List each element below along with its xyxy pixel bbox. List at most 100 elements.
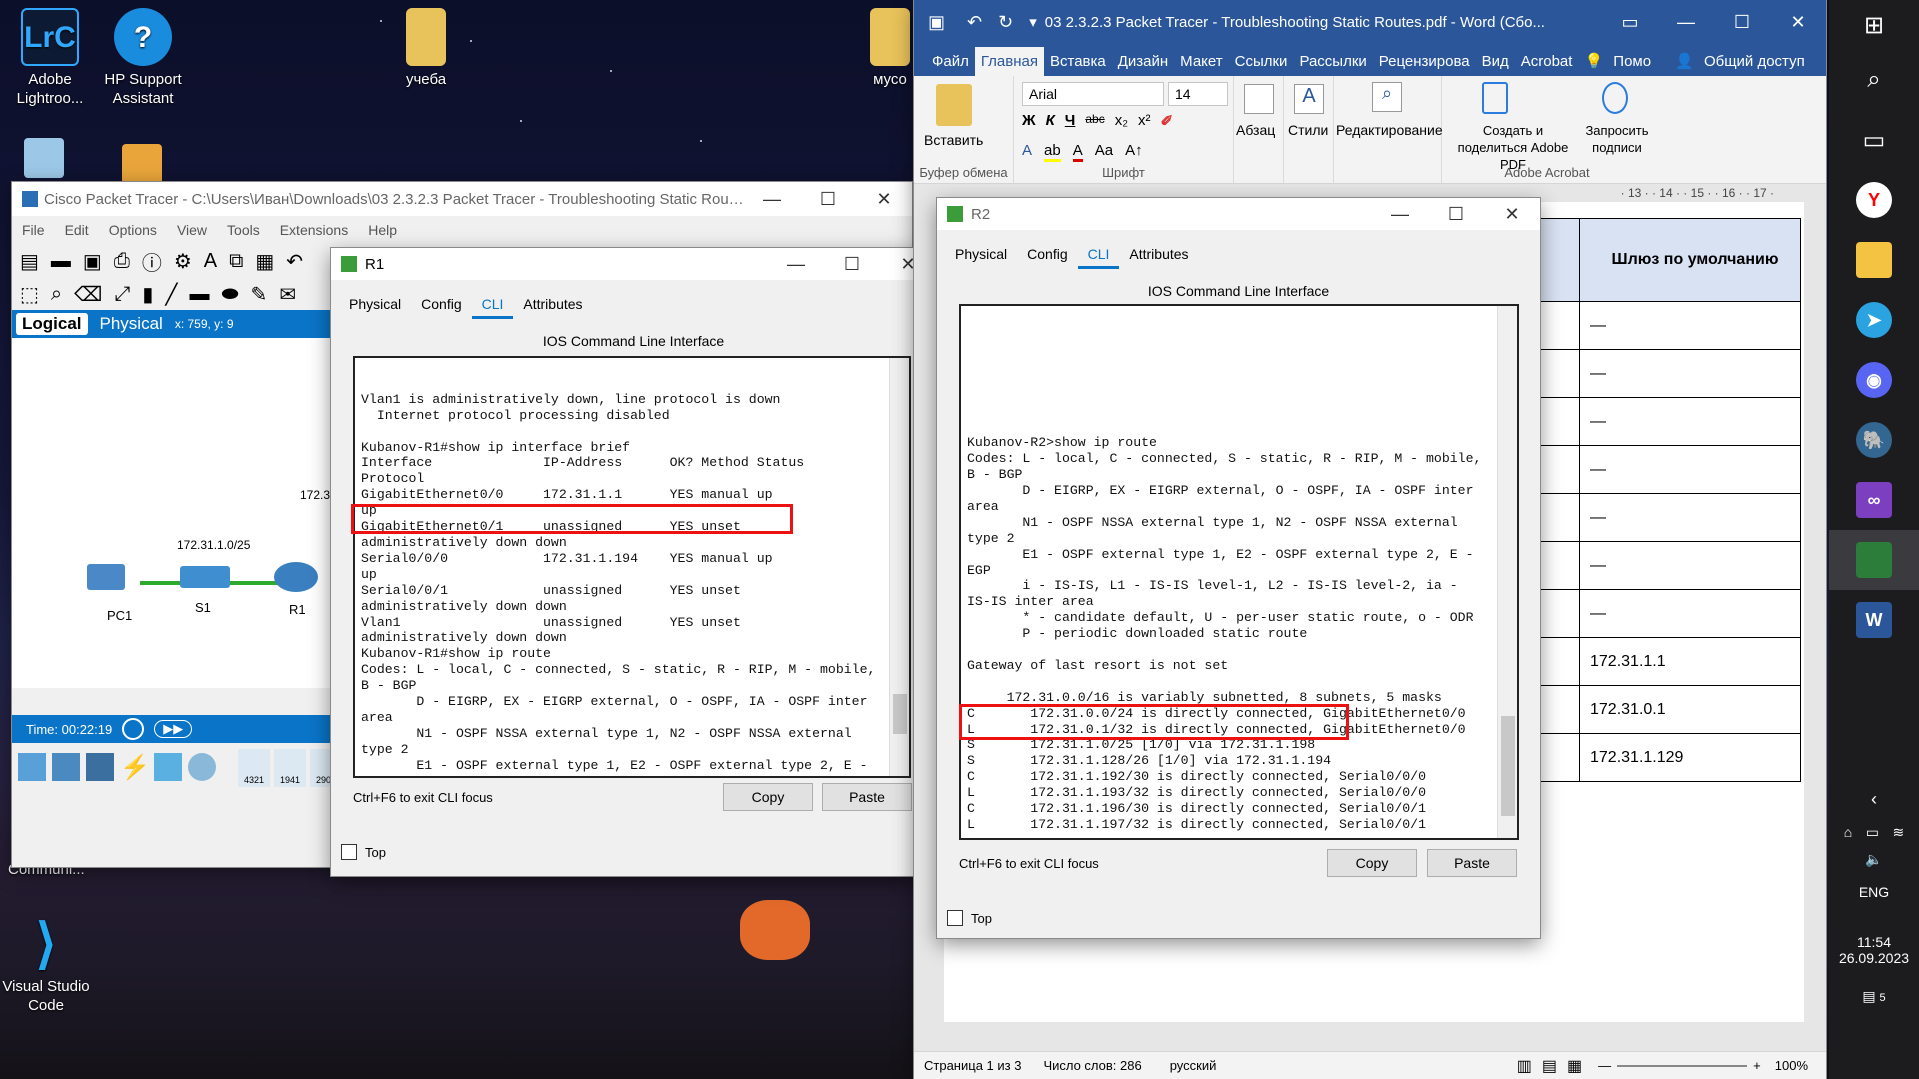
taskbar-explorer[interactable] bbox=[1829, 230, 1919, 290]
zoom-in-button[interactable]: + bbox=[1753, 1058, 1775, 1073]
clock-date[interactable]: 26.09.2023 bbox=[1829, 950, 1919, 966]
tab-file[interactable]: Файл bbox=[914, 47, 975, 76]
close-button[interactable]: ✕ bbox=[1484, 197, 1540, 231]
start-button[interactable]: ⊞ bbox=[1829, 0, 1919, 50]
desktop-icon-lightroom[interactable]: LrC Adobe Lightroo... bbox=[0, 8, 100, 108]
desktop-icon-hp-support[interactable]: ? HP Support Assistant bbox=[93, 8, 193, 108]
tab-references[interactable]: Ссылки bbox=[1229, 47, 1294, 76]
strikethrough-icon[interactable]: abc bbox=[1085, 112, 1104, 130]
maximize-button[interactable]: ☐ bbox=[824, 247, 880, 281]
paste-button[interactable]: Paste bbox=[1427, 849, 1517, 877]
read-mode-icon[interactable]: ▥ bbox=[1517, 1056, 1542, 1076]
subscript-icon[interactable]: x₂ bbox=[1115, 112, 1128, 130]
minimize-button[interactable]: — bbox=[1372, 197, 1428, 231]
info-icon[interactable]: ⓘ bbox=[142, 247, 162, 276]
text-effects-icon[interactable]: A bbox=[1022, 142, 1032, 162]
undo-icon[interactable]: ↶ bbox=[959, 12, 990, 33]
copy-button[interactable]: Copy bbox=[723, 783, 813, 811]
clock-time[interactable]: 11:54 bbox=[1829, 934, 1919, 950]
tab-view[interactable]: Вид bbox=[1476, 47, 1515, 76]
font-color-icon[interactable]: A bbox=[1072, 142, 1083, 162]
request-signature-icon[interactable] bbox=[1602, 82, 1628, 114]
draw-line-icon[interactable]: ╱ bbox=[165, 282, 177, 307]
wan-emulation-category-icon[interactable] bbox=[188, 753, 216, 781]
rectangle-icon[interactable]: ▬ bbox=[189, 283, 209, 306]
maximize-button[interactable]: ☐ bbox=[1714, 5, 1770, 39]
undo-icon[interactable]: ↶ bbox=[286, 249, 303, 274]
network-icon[interactable]: ⌂ bbox=[1844, 824, 1852, 841]
activity-wizard-icon[interactable]: A bbox=[204, 250, 217, 273]
notification-center-button[interactable]: ▤ 5 bbox=[1829, 988, 1919, 1005]
select-icon[interactable]: ⬚ bbox=[20, 282, 39, 307]
freeform-icon[interactable]: ✎ bbox=[251, 282, 268, 307]
font-size-select[interactable]: 14 bbox=[1168, 82, 1228, 106]
taskbar-word[interactable]: W bbox=[1829, 590, 1919, 650]
request-signature-button[interactable]: Запросить подписи bbox=[1582, 122, 1652, 156]
r2-cli-scrollbar[interactable] bbox=[1497, 306, 1517, 838]
menu-view[interactable]: View bbox=[167, 222, 217, 238]
menu-tools[interactable]: Tools bbox=[217, 222, 270, 238]
desktop-icon-folder-muso[interactable]: мусо bbox=[860, 8, 920, 89]
maximize-button[interactable]: ☐ bbox=[800, 182, 856, 216]
font-name-select[interactable]: Arial bbox=[1022, 82, 1164, 106]
menu-help[interactable]: Help bbox=[358, 222, 407, 238]
tab-insert[interactable]: Вставка bbox=[1044, 47, 1112, 76]
taskbar-telegram[interactable]: ➤ bbox=[1829, 290, 1919, 350]
tab-config[interactable]: Config bbox=[411, 292, 471, 319]
share-button[interactable]: 👤 Общий доступ bbox=[1669, 46, 1817, 76]
routers-category-icon[interactable] bbox=[18, 753, 46, 781]
s1-switch[interactable] bbox=[180, 566, 230, 588]
maximize-button[interactable]: ☐ bbox=[1428, 197, 1484, 231]
search-button[interactable]: ⌕ bbox=[1829, 50, 1919, 110]
zoom-out-button[interactable]: — bbox=[1598, 1058, 1617, 1073]
taskbar-visual-studio[interactable]: ∞ bbox=[1829, 470, 1919, 530]
logical-mode-tab[interactable]: Logical bbox=[16, 313, 88, 335]
redo-icon[interactable]: ↻ bbox=[990, 12, 1021, 33]
tab-cli[interactable]: CLI bbox=[471, 292, 514, 319]
fast-forward-button[interactable]: ▶▶ bbox=[154, 720, 193, 738]
tab-attributes[interactable]: Attributes bbox=[1119, 242, 1198, 269]
end-devices-category-icon[interactable] bbox=[154, 753, 182, 781]
r1-cli-scrollbar[interactable] bbox=[889, 358, 909, 776]
paste-icon[interactable] bbox=[936, 84, 972, 126]
zoom-slider[interactable] bbox=[1617, 1064, 1748, 1067]
tab-acrobat[interactable]: Acrobat bbox=[1515, 47, 1579, 76]
top-checkbox[interactable] bbox=[947, 910, 963, 926]
tab-config[interactable]: Config bbox=[1017, 242, 1077, 269]
styles-group[interactable]: A Стили bbox=[1284, 76, 1334, 184]
taskbar-postgres[interactable]: 🐘 bbox=[1829, 410, 1919, 470]
tab-layout[interactable]: Макет bbox=[1174, 47, 1228, 76]
create-pdf-icon[interactable] bbox=[1482, 82, 1508, 114]
scroll-thumb[interactable] bbox=[1501, 716, 1515, 816]
desktop-icon-folder-ucheba[interactable]: учеба bbox=[376, 8, 476, 89]
status-page[interactable]: Страница 1 из 3 bbox=[914, 1058, 1021, 1073]
tab-physical[interactable]: Physical bbox=[945, 242, 1017, 269]
copy-button[interactable]: Copy bbox=[1327, 849, 1417, 877]
search-icon[interactable]: ⌕ bbox=[51, 283, 62, 306]
quick-access-dropdown-icon[interactable]: ▾ bbox=[1021, 13, 1045, 31]
volume-icon[interactable]: 🔈 bbox=[1829, 851, 1919, 868]
menu-file[interactable]: File bbox=[12, 222, 55, 238]
battery-icon[interactable]: ▭ bbox=[1866, 824, 1879, 841]
tab-design[interactable]: Дизайн bbox=[1112, 47, 1174, 76]
taskbar-packet-tracer[interactable] bbox=[1829, 530, 1919, 590]
topology-canvas[interactable]: PC1 172.31.1.0/25 S1 R1 172.31 bbox=[12, 338, 337, 688]
switches-category-icon[interactable] bbox=[52, 753, 80, 781]
minimize-button[interactable]: — bbox=[768, 247, 824, 281]
r1-router[interactable] bbox=[274, 562, 318, 592]
tab-review[interactable]: Рецензирова bbox=[1373, 47, 1476, 76]
hubs-category-icon[interactable] bbox=[86, 753, 114, 781]
pc1-device[interactable] bbox=[87, 564, 125, 590]
taskbar-discord[interactable]: ◉ bbox=[1829, 350, 1919, 410]
paste-icon[interactable]: ▦ bbox=[255, 249, 274, 274]
grow-font-icon[interactable]: A↑ bbox=[1125, 142, 1143, 162]
tab-help[interactable]: 💡 Помо bbox=[1578, 46, 1663, 76]
bold-icon[interactable]: Ж bbox=[1022, 112, 1036, 130]
tab-mailings[interactable]: Рассылки bbox=[1293, 47, 1372, 76]
menu-edit[interactable]: Edit bbox=[55, 222, 99, 238]
tab-physical[interactable]: Physical bbox=[339, 292, 411, 319]
desktop-icon-vscode[interactable]: ⟩ Visual Studio Code bbox=[0, 915, 96, 1015]
menu-extensions[interactable]: Extensions bbox=[270, 222, 358, 238]
save-icon[interactable]: ▣ bbox=[83, 249, 102, 274]
new-file-icon[interactable]: ▤ bbox=[20, 249, 39, 274]
